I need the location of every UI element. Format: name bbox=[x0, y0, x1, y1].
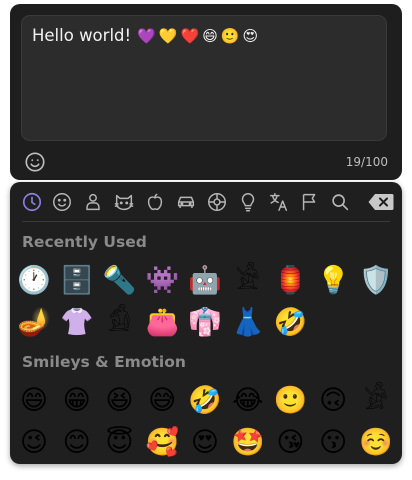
tab-people[interactable] bbox=[79, 188, 107, 216]
message-composer: Hello world! 💜 💛 ❤️ 😄 🙂 😍 19/100 bbox=[10, 4, 402, 180]
emoji-cell[interactable]: 𓀁 bbox=[102, 304, 138, 340]
section-title-recent: Recently Used bbox=[22, 233, 147, 251]
tab-objects[interactable] bbox=[234, 188, 262, 216]
cat-icon bbox=[114, 194, 134, 211]
tab-smileys[interactable] bbox=[48, 188, 76, 216]
lightbulb-icon bbox=[241, 193, 255, 212]
tab-activities[interactable] bbox=[203, 188, 231, 216]
message-text: Hello world! 💜 💛 ❤️ 😄 🙂 😍 bbox=[32, 26, 258, 45]
emoji-cell[interactable]: 𓀀 bbox=[230, 262, 266, 298]
emoji-cell[interactable]: 😁 bbox=[59, 382, 95, 418]
tab-symbols[interactable] bbox=[265, 188, 293, 216]
message-emoji: 💛 bbox=[158, 26, 178, 45]
emoji-cell[interactable]: 👗 bbox=[230, 304, 266, 340]
tab-food[interactable] bbox=[141, 188, 169, 216]
emoji-cell[interactable]: 😅 bbox=[144, 382, 180, 418]
apple-icon bbox=[147, 193, 163, 211]
clock-icon bbox=[22, 192, 42, 212]
emoji-cell[interactable]: 🥰 bbox=[144, 424, 180, 460]
search-icon bbox=[332, 194, 349, 211]
smiley-icon bbox=[25, 152, 45, 172]
emoji-cell[interactable]: 😇 bbox=[102, 424, 138, 460]
emoji-cell[interactable]: 👘 bbox=[187, 304, 223, 340]
emoji-cell[interactable]: 🔦 bbox=[102, 262, 138, 298]
character-counter: 19/100 bbox=[345, 155, 388, 169]
emoji-cell[interactable]: 😂 bbox=[230, 382, 266, 418]
emoji-cell[interactable]: 🙂 bbox=[273, 382, 309, 418]
tab-animals[interactable] bbox=[110, 188, 138, 216]
emoji-cell[interactable]: 🤣 bbox=[187, 382, 223, 418]
emoji-cell[interactable]: 😗 bbox=[315, 424, 351, 460]
emoji-picker: Recently Used 🕐 🗄️ 🔦 👾 🤖 𓀀 🏮 💡 🛡️ 🪔 👚 𓀁 👛 👘 👗 🤣 Smileys… bbox=[10, 182, 402, 464]
emoji-cell[interactable]: 🤖 bbox=[187, 262, 223, 298]
emoji-cell[interactable]: 𓀂 bbox=[358, 382, 394, 418]
emoji-cell[interactable]: 😄 bbox=[16, 382, 52, 418]
emoji-cell[interactable]: 😘 bbox=[273, 424, 309, 460]
person-icon bbox=[86, 193, 100, 211]
emoji-cell[interactable]: 🕐 bbox=[16, 262, 52, 298]
emoji-cell[interactable]: 😊 bbox=[59, 424, 95, 460]
tab-travel[interactable] bbox=[172, 188, 200, 216]
flag-icon bbox=[302, 193, 316, 211]
category-tabs bbox=[10, 182, 402, 222]
emoji-cell[interactable]: 🛡️ bbox=[358, 262, 394, 298]
emoji-cell[interactable]: 👚 bbox=[59, 304, 95, 340]
emoji-cell[interactable]: 🤩 bbox=[230, 424, 266, 460]
message-emoji: 🙂 bbox=[220, 26, 240, 45]
emoji-cell[interactable]: 🪔 bbox=[16, 304, 52, 340]
backspace-button[interactable] bbox=[368, 191, 394, 213]
emoji-cell[interactable]: 🙃 bbox=[315, 382, 351, 418]
message-input[interactable]: Hello world! 💜 💛 ❤️ 😄 🙂 😍 bbox=[21, 15, 387, 141]
emoji-cell[interactable]: 👾 bbox=[144, 262, 180, 298]
emoji-cell[interactable]: 💡 bbox=[315, 262, 351, 298]
tabs-divider bbox=[22, 221, 390, 222]
emoji-cell[interactable]: 😍 bbox=[187, 424, 223, 460]
emoji-cell[interactable]: 😉 bbox=[16, 424, 52, 460]
message-text-content: Hello world! bbox=[32, 26, 132, 45]
translate-icon bbox=[270, 193, 288, 211]
ball-icon bbox=[208, 193, 226, 211]
emoji-cell[interactable]: 🏮 bbox=[273, 262, 309, 298]
emoji-cell[interactable]: ☺️ bbox=[358, 424, 394, 460]
backspace-icon bbox=[368, 194, 394, 210]
message-emoji: 😄 bbox=[202, 26, 218, 45]
message-emoji: 😍 bbox=[242, 26, 259, 45]
emoji-cell[interactable]: 🤣 bbox=[273, 304, 309, 340]
message-emoji: ❤️ bbox=[180, 26, 200, 45]
tab-flags[interactable] bbox=[296, 188, 324, 216]
emoji-cell[interactable]: 👛 bbox=[144, 304, 180, 340]
tab-recent[interactable] bbox=[18, 188, 46, 216]
car-icon bbox=[177, 196, 195, 208]
tab-search[interactable] bbox=[326, 188, 354, 216]
emoji-cell[interactable]: 😆 bbox=[102, 382, 138, 418]
message-emoji: 💜 bbox=[137, 26, 156, 45]
smiley-icon bbox=[53, 193, 71, 211]
emoji-picker-button[interactable] bbox=[24, 151, 46, 173]
emoji-cell[interactable]: 🗄️ bbox=[59, 262, 95, 298]
section-title-smileys: Smileys & Emotion bbox=[22, 353, 186, 371]
